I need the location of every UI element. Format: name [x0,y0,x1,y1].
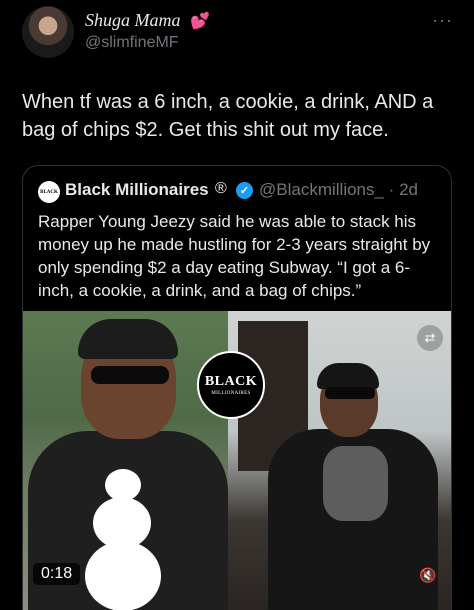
verified-badge-icon: ✓ [236,182,253,199]
quoted-video[interactable]: BLACK MILLIONAIRES ⇄ 0:18 🔇 [23,311,451,610]
video-duration: 0:18 [33,563,81,585]
mute-icon[interactable]: 🔇 [419,567,436,584]
tweet-text: When tf was a 6 inch, a cookie, a drink,… [22,91,434,141]
person-sunglasses-right [325,387,375,399]
black-millionaires-logo: BLACK MILLIONAIRES [197,351,265,419]
person-cap [78,319,178,359]
author-handle[interactable]: @slimfineMF [85,34,179,52]
snowman-graphic-head [105,469,141,501]
tweet-header: Shuga Mama 💕 @slimfineMF ··· [0,0,474,70]
person-cap-right [317,363,379,389]
person-sunglasses [91,366,169,384]
author-display-name[interactable]: Shuga Mama [85,10,181,31]
quoted-avatar[interactable]: BLACK [38,181,60,203]
quoted-display-name[interactable]: Black Millionaires [65,180,209,200]
more-options-icon[interactable]: ··· [432,10,453,31]
logo-word-black: BLACK [204,374,258,389]
quoted-handle-time[interactable]: @Blackmillions_ · 2d [259,180,418,200]
quoted-tweet[interactable]: BLACK Black Millionaires ® ✓ @Blackmilli… [22,165,452,610]
registered-icon: ® [215,180,227,197]
logo-word-millionaires: MILLIONAIRES [211,391,251,396]
snowman-graphic-body [93,497,151,549]
media-toggle-icon[interactable]: ⇄ [417,325,443,351]
snowman-graphic [85,541,161,610]
avatar[interactable] [22,6,74,58]
shirt-print [323,446,388,521]
quoted-tweet-text: Rapper Young Jeezy said he was able to s… [38,212,431,300]
heart-emoji-icon: 💕 [190,13,210,30]
